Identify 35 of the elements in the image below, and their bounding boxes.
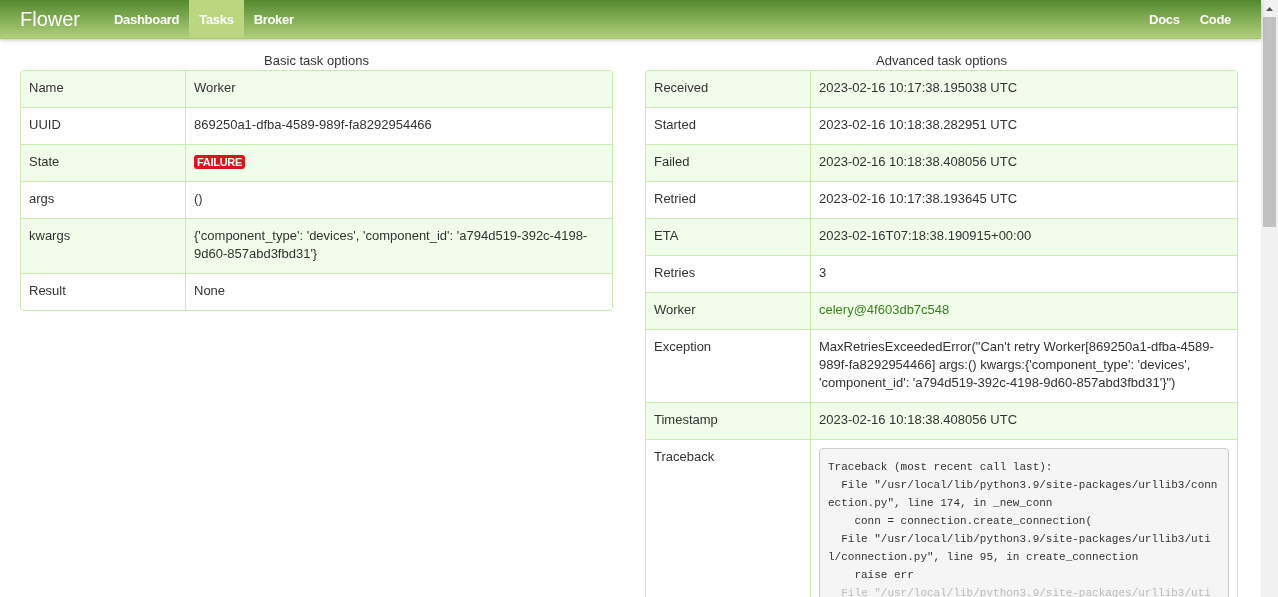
nav-link[interactable]: Code bbox=[1189, 0, 1241, 38]
table-cell: Worker bbox=[646, 293, 811, 329]
table-cell: 2023-02-16T07:18:38.190915+00:00 bbox=[819, 228, 1032, 243]
table-cell: None bbox=[194, 283, 226, 298]
table-caption: Advanced task options bbox=[875, 53, 1008, 68]
table-cell: Failed bbox=[646, 145, 811, 181]
table-cell: 2023-02-16 10:18:38.408056 UTC bbox=[819, 154, 1018, 169]
nav-tab[interactable]: Broker bbox=[243, 0, 304, 38]
scrollbar-thumb[interactable] bbox=[1263, 17, 1276, 227]
table-cell: 869250a1-dfba-4589-989f-fa8292954466 bbox=[194, 117, 432, 132]
table-cell: Traceback bbox=[646, 440, 811, 597]
table-cell: 2023-02-16 10:17:38.193645 UTC bbox=[819, 191, 1018, 206]
table-cell: Received bbox=[646, 71, 811, 107]
table-cell: Worker bbox=[194, 80, 236, 95]
table-cell: Result bbox=[21, 274, 186, 310]
table-cell: 2023-02-16 10:18:38.282951 UTC bbox=[819, 117, 1018, 132]
table-caption: Basic task options bbox=[263, 53, 370, 68]
brand-logo[interactable]: Flower bbox=[20, 0, 104, 38]
table-cell: 3 bbox=[819, 265, 827, 280]
table-cell: Timestamp bbox=[646, 403, 811, 439]
table-cell: 2023-02-16 10:17:38.195038 UTC bbox=[819, 80, 1018, 95]
worker-link[interactable]: celery@4f603db7c548 bbox=[819, 302, 950, 317]
table-cell: State bbox=[21, 145, 186, 181]
table-cell: MaxRetriesExceededError("Can't retry Worker[869250a1-dfba-4589-989f-fa8292954466] args:() kwargs:{'component_type': 'devices', 'component_id': 'a794d519-392c-4198-9d60-857abd3fbd31'}") bbox=[819, 339, 1214, 390]
nav-tab[interactable]: Tasks bbox=[189, 0, 244, 38]
scrollbar[interactable] bbox=[1261, 0, 1278, 597]
table-cell: kwargs bbox=[21, 219, 186, 273]
table-cell: {'component_type': 'devices', 'component_id': 'a794d519-392c-4198-9d60-857abd3fbd31'} bbox=[194, 228, 588, 261]
table-cell: ETA bbox=[646, 219, 811, 255]
nav-tab[interactable]: Dashboard bbox=[104, 0, 190, 38]
nav-link[interactable]: Docs bbox=[1139, 0, 1190, 38]
table-cell: () bbox=[194, 191, 203, 206]
state-badge: FAILURE bbox=[194, 155, 245, 169]
table-cell: 2023-02-16 10:18:38.408056 UTC bbox=[819, 412, 1018, 427]
table-cell: Name bbox=[21, 71, 186, 107]
